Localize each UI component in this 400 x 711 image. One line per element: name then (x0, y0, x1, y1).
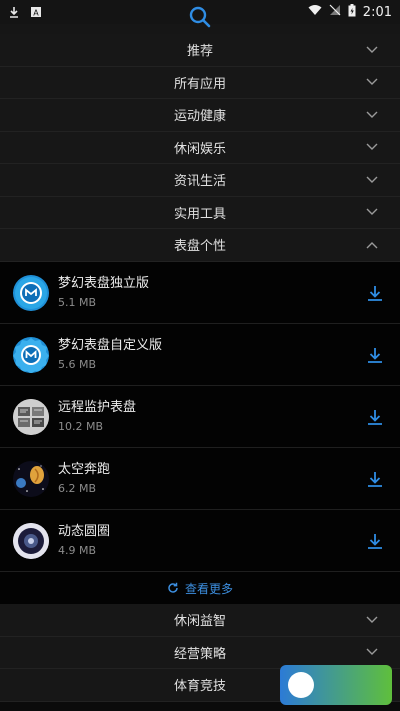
category-label: 休闲娱乐 (173, 141, 226, 157)
chevron-down-icon (366, 616, 378, 623)
category-news-life[interactable]: 资讯生活 (0, 164, 400, 197)
category-watch-faces[interactable]: 表盘个性 (0, 229, 400, 262)
list-item[interactable]: 动态圆圈 4.9 MB (0, 510, 400, 572)
chevron-down-icon (366, 78, 378, 86)
chevron-down-icon (366, 111, 378, 118)
category-recommend[interactable]: 推荐 (0, 34, 400, 67)
category-label: 资讯生活 (173, 174, 226, 190)
wifi-icon (308, 4, 322, 20)
app-size: 4.9 MB (58, 543, 97, 557)
chevron-down-icon (366, 46, 378, 53)
app-list: 梦幻表盘独立版 5.1 MB 梦幻表盘自定义版 5.6 MB 远程监护表盘 10… (0, 262, 400, 604)
search-button[interactable] (188, 3, 212, 31)
download-icon[interactable] (366, 284, 384, 302)
battery-icon (348, 3, 356, 21)
watch-face-icon-1 (13, 274, 49, 311)
refresh-icon (168, 582, 178, 593)
watermark-logo (280, 665, 392, 705)
category-all-apps[interactable]: 所有应用 (0, 66, 400, 99)
download-icon[interactable] (366, 346, 384, 364)
dynamic-circle-icon (13, 522, 49, 559)
category-label: 经营策略 (173, 646, 226, 662)
category-sports-health[interactable]: 运动健康 (0, 99, 400, 132)
svg-text:A: A (33, 9, 39, 18)
clock: 2:01 (362, 4, 392, 20)
app-size: 5.6 MB (58, 357, 97, 371)
app-name: 梦幻表盘自定义版 (58, 337, 163, 353)
category-label: 实用工具 (173, 206, 226, 222)
space-run-icon (13, 460, 49, 497)
list-item[interactable]: 梦幻表盘独立版 5.1 MB (0, 262, 400, 324)
category-leisure[interactable]: 休闲娱乐 (0, 131, 400, 164)
category-label: 推荐 (186, 44, 213, 60)
category-tools[interactable]: 实用工具 (0, 196, 400, 229)
app-name: 太空奔跑 (58, 461, 111, 477)
download-icon (8, 6, 20, 18)
list-item[interactable]: 太空奔跑 6.2 MB (0, 448, 400, 510)
app-name: 梦幻表盘独立版 (58, 275, 150, 291)
app-size: 6.2 MB (58, 481, 97, 495)
signal-icon (329, 4, 341, 20)
chevron-up-icon (366, 241, 378, 249)
logo-icon (288, 672, 314, 698)
view-more-button[interactable]: 查看更多 (0, 572, 400, 604)
app-size: 5.1 MB (58, 295, 97, 309)
view-more-label: 查看更多 (184, 581, 233, 596)
app-name: 动态圆圈 (58, 523, 111, 539)
watch-face-icon-2 (13, 336, 49, 373)
a-icon: A (30, 6, 42, 18)
list-item[interactable]: 梦幻表盘自定义版 5.6 MB (0, 324, 400, 386)
search-icon (189, 6, 211, 28)
chevron-down-icon (366, 143, 378, 151)
download-icon[interactable] (366, 408, 384, 426)
app-size: 10.2 MB (58, 419, 104, 433)
download-icon[interactable] (366, 470, 384, 488)
chevron-down-icon (366, 208, 378, 216)
chevron-down-icon (366, 176, 378, 183)
category-label: 体育竞技 (173, 679, 226, 695)
app-name: 远程监护表盘 (58, 399, 137, 415)
chevron-down-icon (366, 648, 378, 656)
remote-monitor-icon (13, 398, 49, 435)
category-label: 所有应用 (173, 76, 226, 92)
category-label: 表盘个性 (173, 239, 226, 255)
category-label: 运动健康 (173, 109, 226, 125)
category-list-top: 推荐 所有应用 运动健康 休闲娱乐 资讯生活 实用工具 表盘个性 (0, 34, 400, 262)
list-item[interactable]: 远程监护表盘 10.2 MB (0, 386, 400, 448)
download-icon[interactable] (366, 532, 384, 550)
category-puzzle[interactable]: 休闲益智 (0, 604, 400, 637)
category-label: 休闲益智 (173, 614, 226, 630)
